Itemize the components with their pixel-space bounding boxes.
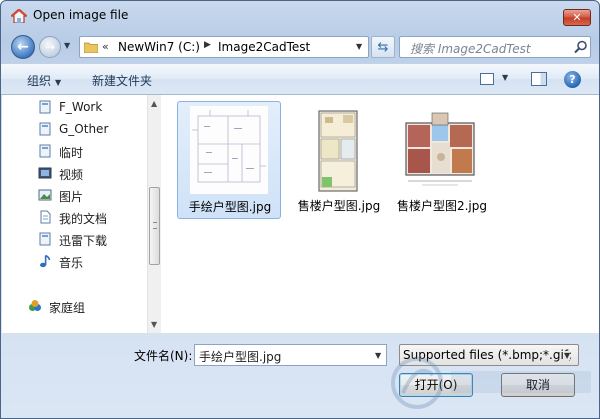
change-view-icon[interactable]: [480, 73, 494, 85]
sidebar-item-homegroup[interactable]: 家庭组: [28, 297, 138, 315]
sales-floorplan-2-thumbnail: [402, 105, 480, 193]
open-image-dialog: Open image file ✕ ← → ▼ « NewWin7 (C:) ▶…: [0, 0, 600, 419]
breadcrumb-folder[interactable]: Image2CadTest: [218, 40, 310, 54]
sidebar-item-my-documents[interactable]: 我的文档: [38, 208, 148, 226]
home-icon: [11, 9, 27, 23]
sidebar-item-xunlei-downloads[interactable]: 迅雷下载: [38, 230, 148, 248]
breadcrumb-drive[interactable]: NewWin7 (C:): [118, 40, 200, 54]
sidebar-item-f-work[interactable]: F_Work: [38, 98, 148, 116]
filename-field[interactable]: 手绘户型图.jpg ▼: [194, 344, 387, 366]
sidebar-item-label: G_Other: [59, 122, 109, 136]
document-library-icon: [40, 210, 51, 224]
hand-drawn-floorplan-thumbnail: [190, 106, 268, 194]
library-icon: [39, 144, 51, 158]
back-button[interactable]: ←: [11, 35, 35, 59]
view-options-dropdown-icon[interactable]: ▼: [502, 73, 508, 82]
file-name: 售楼户型图.jpg: [297, 199, 381, 213]
help-label: ?: [569, 73, 576, 86]
library-icon: [39, 100, 51, 114]
file-name: 售楼户型图2.jpg: [396, 199, 488, 213]
file-item[interactable]: 售楼户型图.jpg: [287, 101, 391, 219]
sidebar-scrollbar[interactable]: ▲ ▼: [147, 95, 161, 333]
scroll-down-icon[interactable]: ▼: [151, 320, 157, 329]
filename-label: 文件名(N):: [134, 349, 193, 363]
refresh-button[interactable]: ⇆: [371, 36, 395, 58]
music-icon: [40, 254, 51, 268]
search-icon[interactable]: [574, 40, 588, 54]
file-item[interactable]: 售楼户型图2.jpg: [390, 101, 494, 219]
folder-icon: [84, 42, 98, 53]
forward-button[interactable]: →: [39, 36, 61, 58]
sidebar-item-pictures[interactable]: 图片: [38, 186, 148, 204]
sidebar-item-label: 我的文档: [59, 212, 108, 226]
picture-library-icon: [38, 189, 52, 201]
sales-floorplan-thumbnail: [299, 105, 377, 193]
command-toolbar: 组织 ▼ 新建文件夹 ▼ ?: [1, 63, 599, 95]
chevron-down-icon: ▼: [55, 78, 62, 87]
filename-value: 手绘户型图.jpg: [199, 350, 282, 364]
homegroup-icon: [29, 300, 41, 311]
library-icon: [39, 232, 51, 246]
watermark-logo: [391, 357, 591, 409]
file-item[interactable]: 手绘户型图.jpg: [177, 101, 281, 219]
sidebar-item-g-other[interactable]: G_Other: [38, 120, 148, 138]
recent-locations-dropdown[interactable]: ▼: [64, 41, 74, 51]
chevron-down-icon[interactable]: ▼: [375, 351, 381, 360]
search-input[interactable]: 搜索 Image2CadTest: [399, 36, 591, 58]
title-bar: Open image file ✕: [1, 1, 599, 31]
library-icon: [39, 122, 51, 136]
scroll-grip: [153, 222, 157, 229]
help-icon[interactable]: ?: [564, 71, 581, 88]
new-folder-button[interactable]: 新建文件夹: [92, 72, 152, 89]
file-list: 手绘户型图.jpg 售楼户型图.jpg 售楼户型图2.jpg: [161, 95, 599, 333]
address-bar[interactable]: « NewWin7 (C:) ▶ Image2CadTest ▼: [79, 36, 369, 58]
refresh-icon: ⇆: [377, 40, 389, 55]
window-title: Open image file: [33, 8, 129, 22]
sidebar-item-label: F_Work: [59, 100, 103, 114]
arrow-left-icon: ←: [17, 39, 29, 55]
file-name: 手绘户型图.jpg: [188, 200, 272, 214]
sidebar-item-label: 迅雷下载: [59, 234, 108, 248]
sidebar-item-label: 家庭组: [49, 301, 86, 315]
scroll-thumb[interactable]: [149, 187, 160, 265]
sidebar-item-videos[interactable]: 视频: [38, 164, 148, 182]
sidebar-item-label: 图片: [59, 190, 84, 204]
arrow-right-icon: →: [44, 40, 56, 54]
video-library-icon: [38, 167, 52, 179]
organize-menu[interactable]: 组织 ▼: [27, 72, 61, 89]
address-overflow-button[interactable]: «: [102, 40, 109, 53]
close-button[interactable]: ✕: [563, 9, 591, 26]
address-dropdown-icon[interactable]: ▼: [356, 42, 362, 51]
close-icon: ✕: [572, 11, 582, 24]
sidebar-item-label: 临时: [59, 146, 84, 160]
sidebar-item-music[interactable]: 音乐: [38, 252, 148, 270]
preview-pane-icon[interactable]: [531, 72, 547, 86]
sidebar-item-temp[interactable]: 临时: [38, 142, 148, 160]
breadcrumb-separator-icon[interactable]: ▶: [204, 40, 211, 50]
sidebar-item-label: 视频: [59, 168, 84, 182]
scroll-up-icon[interactable]: ▲: [151, 99, 157, 108]
organize-label: 组织: [27, 74, 52, 88]
navigation-pane: F_Work G_Other 临时 视频 图片 我的文档 迅雷下载 音乐 家庭组…: [2, 95, 161, 333]
sidebar-item-label: 音乐: [59, 256, 84, 270]
search-placeholder: 搜索 Image2CadTest: [410, 42, 531, 56]
